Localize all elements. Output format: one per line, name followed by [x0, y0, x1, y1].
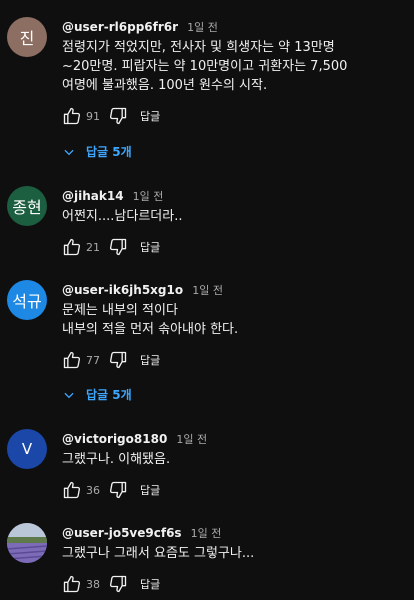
- comment-body: @victorigo8180 1일 전 그랬구나. 이해됐음. 36 답글: [62, 429, 406, 500]
- comment-meta: @user-ik6jh5xg1o 1일 전: [62, 280, 406, 298]
- landscape-photo-avatar: [7, 523, 47, 563]
- thumbs-down-icon[interactable]: [108, 106, 128, 126]
- like-count: 77: [86, 353, 100, 367]
- comment-author[interactable]: @jihak14: [62, 189, 124, 203]
- comment-author[interactable]: @user-ik6jh5xg1o: [62, 283, 183, 297]
- avatar[interactable]: 석규: [7, 280, 47, 320]
- comment-time[interactable]: 1일 전: [187, 21, 218, 34]
- comment-time[interactable]: 1일 전: [176, 433, 207, 446]
- avatar[interactable]: V: [7, 429, 47, 469]
- comment-time[interactable]: 1일 전: [192, 284, 223, 297]
- thumbs-up-icon[interactable]: [62, 480, 82, 500]
- comment-meta: @victorigo8180 1일 전: [62, 429, 406, 447]
- replies-label: 답글 5개: [86, 388, 132, 402]
- reply-button[interactable]: 답글: [140, 482, 160, 498]
- comment-actions: 38 답글: [62, 574, 406, 594]
- comment-time[interactable]: 1일 전: [191, 527, 222, 540]
- chevron-down-icon: [64, 392, 74, 399]
- avatar[interactable]: 종현: [7, 186, 47, 226]
- comment-actions: 36 답글: [62, 480, 406, 500]
- comment-text: 그랬구나. 이해됐음.: [62, 452, 171, 467]
- reply-button[interactable]: 답글: [140, 576, 160, 592]
- comment-body: @jihak14 1일 전 어쩐지....남다르더라.. 21 답글: [62, 186, 406, 257]
- replies-label: 답글 5개: [86, 145, 132, 159]
- comment-meta: @jihak14 1일 전: [62, 186, 406, 204]
- thumbs-down-icon[interactable]: [108, 574, 128, 594]
- like-count: 36: [86, 483, 100, 497]
- reply-button[interactable]: 답글: [140, 352, 160, 368]
- view-replies-button[interactable]: 답글 5개: [62, 384, 132, 406]
- comment-body: @user-rl6pp6fr6r 1일 전 점령지가 적었지만, 전사자 및 희…: [62, 17, 406, 126]
- comment-author[interactable]: @user-jo5ve9cf6s: [62, 526, 182, 540]
- comment-text: 그랬구나 그래서 요즘도 그렇구나...: [62, 546, 255, 561]
- comment-author[interactable]: @victorigo8180: [62, 432, 167, 446]
- thumbs-up-icon[interactable]: [62, 574, 82, 594]
- like-count: 91: [86, 109, 100, 123]
- comment-actions: 77 답글: [62, 350, 406, 370]
- avatar[interactable]: [7, 523, 47, 563]
- thumbs-down-icon[interactable]: [108, 350, 128, 370]
- like-count: 21: [86, 240, 100, 254]
- comment-author[interactable]: @user-rl6pp6fr6r: [62, 20, 178, 34]
- thumbs-up-icon[interactable]: [62, 350, 82, 370]
- chevron-down-icon: [64, 149, 74, 156]
- view-replies-button[interactable]: 답글 5개: [62, 141, 132, 163]
- thumbs-down-icon[interactable]: [108, 237, 128, 257]
- comment-meta: @user-jo5ve9cf6s 1일 전: [62, 523, 406, 541]
- comment-text: 점령지가 적었지만, 전사자 및 희생자는 약 13만명 ~20만명. 피랍자는…: [62, 40, 348, 93]
- thumbs-up-icon[interactable]: [62, 106, 82, 126]
- reply-button[interactable]: 답글: [140, 108, 160, 124]
- comment-meta: @user-rl6pp6fr6r 1일 전: [62, 17, 406, 35]
- comment-body: @user-ik6jh5xg1o 1일 전 문제는 내부의 적이다 내부의 적을…: [62, 280, 406, 370]
- thumbs-down-icon[interactable]: [108, 480, 128, 500]
- comment-text: 문제는 내부의 적이다 내부의 적을 먼저 솎아내야 한다.: [62, 303, 239, 337]
- reply-button[interactable]: 답글: [140, 239, 160, 255]
- thumbs-up-icon[interactable]: [62, 237, 82, 257]
- like-count: 38: [86, 577, 100, 591]
- avatar[interactable]: 진: [7, 17, 47, 57]
- comment-body: @user-jo5ve9cf6s 1일 전 그랬구나 그래서 요즘도 그렇구나.…: [62, 523, 406, 594]
- comment-actions: 21 답글: [62, 237, 406, 257]
- comment-actions: 91 답글: [62, 106, 406, 126]
- comment-text: 어쩐지....남다르더라..: [62, 209, 183, 224]
- comment-time[interactable]: 1일 전: [133, 190, 164, 203]
